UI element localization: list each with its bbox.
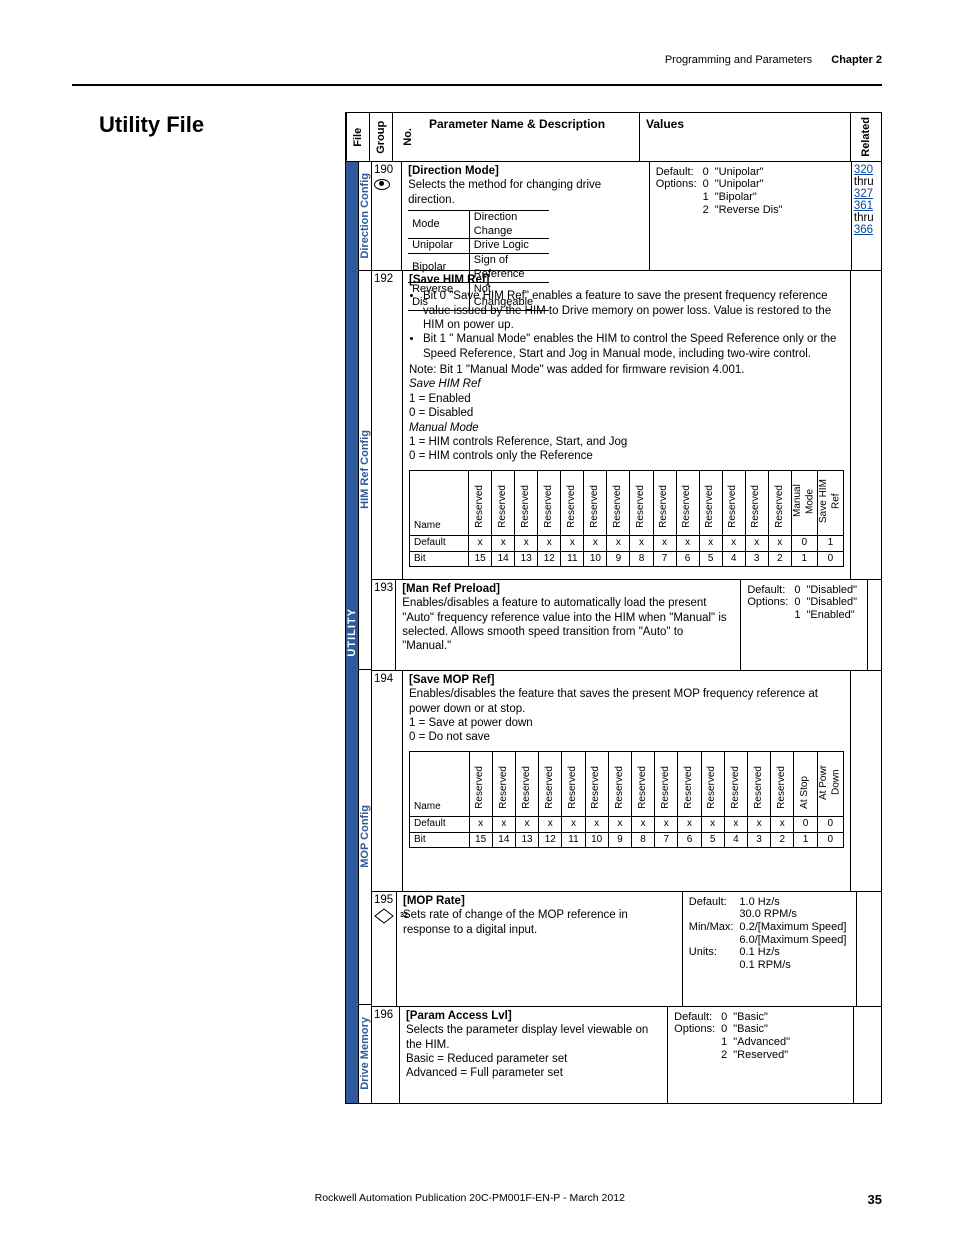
col-related: Related bbox=[851, 113, 881, 161]
param-no: 194 bbox=[372, 671, 403, 891]
header-rule bbox=[72, 84, 882, 86]
param-no: 195 32 bbox=[372, 892, 397, 1006]
param-no: 196 bbox=[372, 1007, 400, 1103]
param-related bbox=[857, 892, 881, 1006]
col-no: No. bbox=[392, 113, 423, 161]
page-footer: Rockwell Automation Publication 20C-PM00… bbox=[72, 1192, 882, 1207]
param-196: 196 [Param Access Lvl] Selects the param… bbox=[372, 1007, 881, 1103]
param-descr: [Save MOP Ref] Enables/disables the feat… bbox=[403, 671, 851, 891]
param-no: 193 bbox=[372, 580, 396, 670]
col-values: Values bbox=[640, 113, 851, 161]
param-values: Default:0"Unipolar" Options:0"Unipolar" … bbox=[650, 162, 852, 270]
link-320[interactable]: 320 bbox=[854, 164, 873, 176]
param-194: 194 [Save MOP Ref] Enables/disables the … bbox=[372, 671, 881, 892]
group-direction-config: Direction Config bbox=[359, 162, 371, 271]
table-header: File Group No. Parameter Name & Descript… bbox=[346, 113, 881, 162]
param-related bbox=[868, 580, 881, 670]
param-values: Default:0"Disabled" Options:0"Disabled" … bbox=[741, 580, 868, 670]
param-190: 190 [Direction Mode] Selects the method … bbox=[372, 162, 881, 271]
param-descr: [Man Ref Preload] Enables/disables a fea… bbox=[396, 580, 741, 670]
file-label: UTILITY bbox=[346, 162, 359, 1103]
col-group: Group bbox=[369, 113, 392, 161]
param-no: 190 bbox=[372, 162, 402, 270]
param-descr: [Param Access Lvl] Selects the parameter… bbox=[400, 1007, 668, 1103]
param-192: 192 [Save HIM Ref] Bit 0 "Save HIM Ref" … bbox=[372, 271, 881, 580]
running-head-chapter: Chapter 2 bbox=[831, 54, 882, 66]
read-only-icon bbox=[374, 179, 390, 190]
running-head: Programming and Parameters Chapter 2 bbox=[665, 54, 882, 66]
group-him-ref-config: HIM Ref Config bbox=[359, 271, 371, 670]
param-193: 193 [Man Ref Preload] Enables/disables a… bbox=[372, 580, 881, 671]
param-related bbox=[851, 671, 881, 891]
param-descr: [Save HIM Ref] Bit 0 "Save HIM Ref" enab… bbox=[403, 271, 851, 579]
parameter-table: File Group No. Parameter Name & Descript… bbox=[345, 112, 882, 1104]
group-mop-config: MOP Config bbox=[359, 670, 371, 1005]
param-descr: [Direction Mode] Selects the method for … bbox=[402, 162, 650, 270]
group-drive-memory: Drive Memory bbox=[359, 1005, 371, 1103]
param-related bbox=[854, 1007, 881, 1103]
link-327[interactable]: 327 bbox=[854, 188, 873, 200]
bit32-icon: 32 bbox=[374, 908, 394, 926]
bit-table-194: NameReservedReservedReservedReservedRese… bbox=[409, 751, 844, 849]
param-related bbox=[851, 271, 881, 579]
param-195: 195 32 [MOP Rate] Sets rate of change of… bbox=[372, 892, 881, 1007]
group-column: Direction Config HIM Ref Config MOP Conf… bbox=[359, 162, 372, 1103]
publication: Rockwell Automation Publication 20C-PM00… bbox=[315, 1192, 625, 1207]
param-descr: [MOP Rate] Sets rate of change of the MO… bbox=[397, 892, 683, 1006]
col-descr: Parameter Name & Description bbox=[423, 113, 640, 161]
running-head-left: Programming and Parameters bbox=[665, 54, 812, 66]
section-title: Utility File bbox=[99, 112, 204, 138]
link-366[interactable]: 366 bbox=[854, 224, 873, 236]
param-values: Default:1.0 Hz/s 30.0 RPM/s Min/Max:0.2/… bbox=[683, 892, 858, 1006]
col-file: File bbox=[346, 113, 369, 161]
param-values: Default:0"Basic" Options:0"Basic" 1"Adva… bbox=[668, 1007, 854, 1103]
link-361[interactable]: 361 bbox=[854, 200, 873, 212]
page-number: 35 bbox=[868, 1192, 882, 1207]
param-no: 192 bbox=[372, 271, 403, 579]
bit-table-192: NameReservedReservedReservedReservedRese… bbox=[409, 470, 844, 568]
param-related: 320 thru 327 361 thru 366 bbox=[852, 162, 881, 270]
